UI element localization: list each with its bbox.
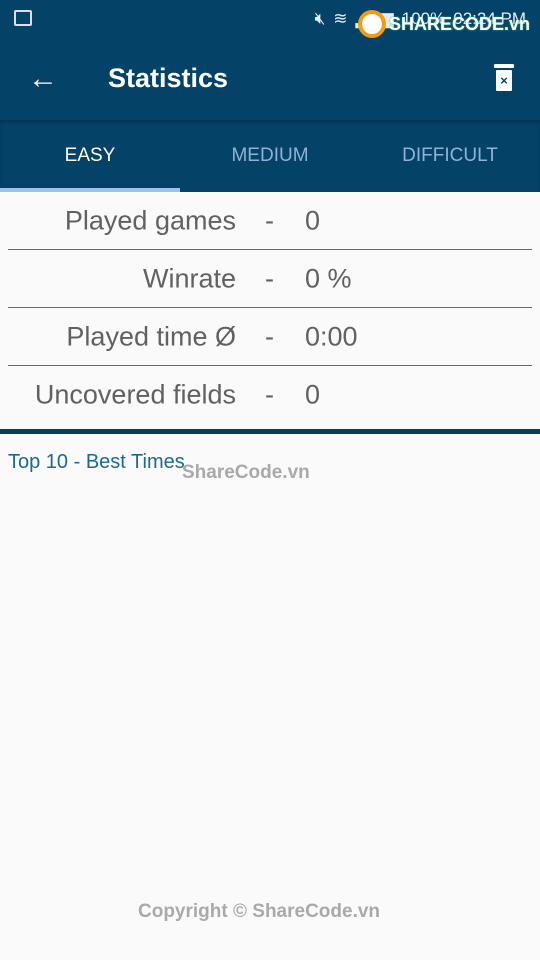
stat-label: Played games	[64, 205, 236, 235]
section-divider	[0, 429, 540, 434]
stats-table: Played games - 0 Winrate - 0 % Played ti…	[0, 192, 540, 423]
copyright-watermark: Copyright © ShareCode.vn	[138, 901, 381, 922]
stat-row-played-time: Played time Ø - 0:00	[0, 308, 540, 365]
gallery-notification-icon	[14, 10, 32, 26]
stat-value: 0	[305, 379, 321, 409]
arrow-left-icon[interactable]: ←	[28, 62, 58, 96]
page-title: Statistics	[108, 63, 229, 93]
delete-statistics-button[interactable]: ×	[494, 64, 514, 92]
stat-row-winrate: Winrate - 0 %	[0, 250, 540, 307]
tab-difficult[interactable]: DIFFICULT	[360, 120, 540, 192]
stat-row-played-games: Played games - 0	[0, 192, 540, 249]
stat-separator: -	[265, 379, 274, 409]
stat-label: Played time Ø	[66, 321, 236, 351]
app-toolbar: ← Statistics ×	[0, 40, 540, 120]
stat-separator: -	[265, 263, 274, 293]
mute-icon: 🔇︎	[314, 9, 326, 28]
trash-x-icon: ×	[496, 70, 512, 91]
stat-separator: -	[265, 321, 274, 351]
sharecode-logo-watermark: SHARECODE.vn	[357, 10, 530, 38]
stat-label: Winrate	[142, 263, 236, 293]
wifi-icon: ≋	[333, 9, 348, 28]
logo-icon	[357, 10, 386, 38]
stat-value: 0:00	[305, 321, 358, 351]
stat-label: Uncovered fields	[34, 379, 236, 409]
stat-separator: -	[265, 205, 274, 235]
watermark-text: ShareCode.vn	[182, 462, 310, 483]
tab-easy[interactable]: EASY	[0, 120, 180, 192]
difficulty-tabs: EASY MEDIUM DIFFICULT	[0, 120, 540, 192]
tab-medium[interactable]: MEDIUM	[180, 120, 360, 192]
stat-value: 0 %	[305, 263, 352, 293]
status-bar: 🔇︎ ≋ ▂▄▆ 100% 02:24 PM SHARECODE.vn	[0, 0, 540, 40]
trash-icon	[494, 64, 514, 68]
stat-value: 0	[305, 205, 321, 235]
stat-row-uncovered-fields: Uncovered fields - 0	[0, 366, 540, 423]
